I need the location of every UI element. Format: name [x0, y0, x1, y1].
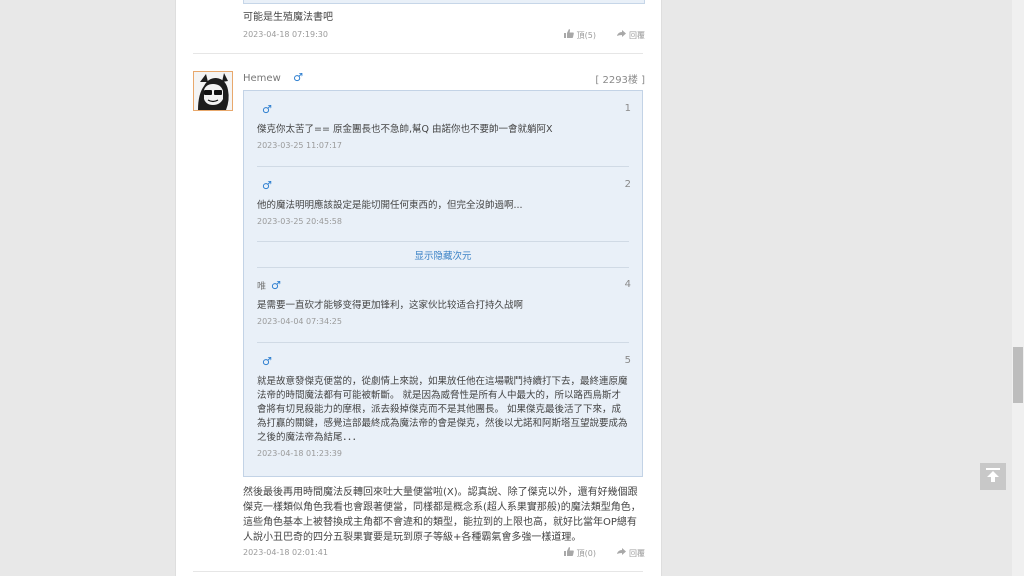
male-icon: ♂ — [271, 279, 281, 292]
post-time: 2023-04-18 02:01:41 — [243, 548, 328, 557]
like-count: 頂(5) — [576, 30, 596, 40]
quote-divider — [257, 241, 629, 242]
male-icon: ♂ — [262, 355, 272, 368]
quote-text: 是需要一直砍才能够变得更加锋利，这家伙比较适合打持久战啊 — [257, 300, 524, 311]
quoted-comments: ♂ 1 傑克你太苦了== 原金團長也不急帥,幫Q 由諾你也不要帥一會就躺阿X 2… — [243, 90, 643, 477]
quote-divider — [257, 166, 629, 167]
male-icon: ♂ — [262, 103, 272, 116]
arrow-up-icon — [984, 466, 1002, 487]
scrollbar-thumb[interactable] — [1013, 347, 1023, 403]
quote-number: 5 — [624, 355, 631, 366]
post-text: 可能是生殖魔法書吧 — [243, 12, 333, 23]
avatar[interactable] — [193, 71, 233, 111]
male-icon: ♂ — [293, 71, 303, 84]
show-hidden-button[interactable]: 显示隐藏次元 — [244, 248, 642, 262]
username[interactable]: Hemew — [243, 73, 281, 84]
quote-time: 2023-03-25 11:07:17 — [257, 141, 342, 150]
like-button[interactable]: 頂(0) — [563, 547, 596, 559]
quote-divider — [257, 267, 629, 268]
quote-number: 2 — [624, 179, 631, 190]
quote-time: 2023-04-04 07:34:25 — [257, 317, 342, 326]
scrollbar[interactable] — [1012, 0, 1024, 576]
quote-item: 唯 ♂ 4 是需要一直砍才能够变得更加锋利，这家伙比较适合打持久战啊 2023-0… — [257, 279, 631, 326]
post-actions: 頂(0) 回覆 — [563, 547, 645, 559]
reply-button[interactable]: 回覆 — [616, 547, 645, 559]
quote-number: 4 — [624, 279, 631, 290]
male-icon: ♂ — [262, 179, 272, 192]
thumbs-up-icon — [563, 547, 574, 559]
floor-number: [ 2293楼 ] — [595, 75, 645, 86]
quote-number: 1 — [624, 103, 631, 114]
reply-arrow-icon — [616, 547, 626, 559]
quote-text: 他的魔法明明應該設定是能切開任何東西的，但完全沒帥過啊... — [257, 200, 523, 211]
post-divider — [193, 53, 643, 54]
quote-item: ♂ 5 就是故意發傑克便當的，從劇情上來說，如果放任他在這場戰鬥持續打下去，最終… — [257, 355, 631, 458]
quote-username[interactable]: 唯 — [257, 282, 266, 292]
reply-label: 回覆 — [629, 30, 645, 40]
like-count: 頂(0) — [576, 548, 596, 558]
thumbs-up-icon — [563, 29, 574, 41]
quote-item: ♂ 2 他的魔法明明應該設定是能切開任何東西的，但完全沒帥過啊... 2023-… — [257, 179, 631, 226]
quote-item: ♂ 1 傑克你太苦了== 原金團長也不急帥,幫Q 由諾你也不要帥一會就躺阿X 2… — [257, 103, 631, 150]
comment-list: 可能是生殖魔法書吧 2023-04-18 07:19:30 頂(5) 回覆 He… — [175, 0, 662, 576]
post-divider — [193, 571, 643, 572]
back-to-top-button[interactable] — [980, 463, 1006, 490]
quote-text: 就是故意發傑克便當的，從劇情上來說，如果放任他在這場戰鬥持續打下去，最終連原魔法… — [257, 376, 628, 443]
quote-divider — [257, 342, 629, 343]
reply-button[interactable]: 回覆 — [616, 29, 645, 41]
like-button[interactable]: 頂(5) — [563, 29, 596, 41]
quote-text: 傑克你太苦了== 原金團長也不急帥,幫Q 由諾你也不要帥一會就躺阿X — [257, 124, 553, 135]
quote-time: 2023-04-18 01:23:39 — [257, 449, 342, 458]
post-time: 2023-04-18 07:19:30 — [243, 30, 328, 39]
post-actions: 頂(5) 回覆 — [563, 29, 645, 41]
quote-time: 2023-03-25 20:45:58 — [257, 217, 342, 226]
reply-label: 回覆 — [629, 548, 645, 558]
post-text: 然後最後再用時間魔法反轉回來吐大量便當啦(X)。認真說、除了傑克以外，還有好幾個… — [243, 487, 641, 543]
username-line: Hemew ♂ — [243, 71, 303, 84]
quote-box-bottom — [243, 0, 645, 4]
reply-arrow-icon — [616, 29, 626, 41]
